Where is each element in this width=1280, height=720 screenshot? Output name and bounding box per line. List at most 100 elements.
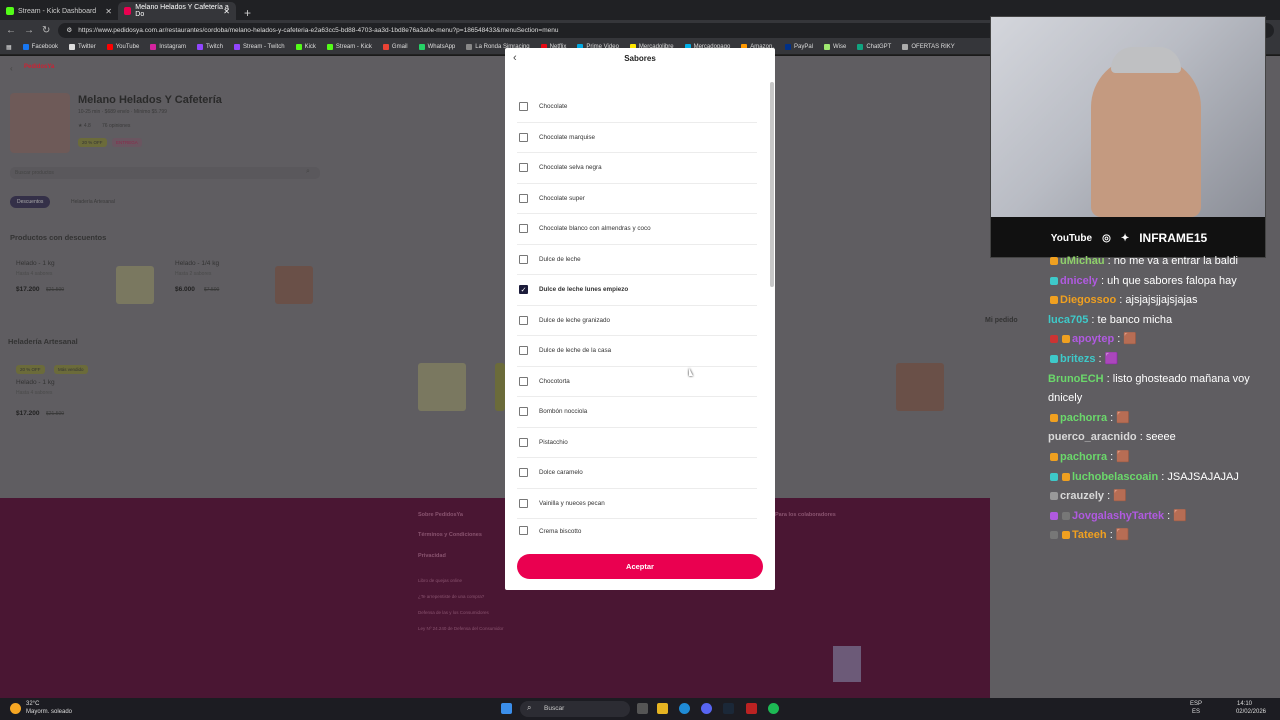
chat-message: pachorra : 🟫 [1048, 448, 1274, 468]
flavor-option[interactable]: Vainilla y nueces pecan [517, 489, 757, 519]
flavor-option[interactable]: Crema biscotto [517, 519, 757, 535]
bookmark-item[interactable]: Facebook [22, 44, 58, 50]
reload-icon[interactable]: ↻ [42, 25, 50, 36]
flavor-option[interactable]: ✓ Dulce de leche lunes empiezo [517, 275, 757, 306]
back-arrow-icon[interactable]: ‹ [10, 64, 13, 73]
bookmark-item[interactable]: Twitter [69, 44, 96, 50]
bookmark-item[interactable]: Wise [824, 44, 846, 50]
checkbox[interactable] [519, 376, 528, 386]
file-explorer-icon[interactable] [657, 703, 668, 714]
category-tab-heladeria[interactable]: Heladería Artesanal [64, 196, 122, 208]
bookmark-item[interactable]: OFERTAS RIKY [902, 44, 955, 50]
checkbox[interactable] [519, 468, 528, 478]
weather-temp[interactable]: 32°C [26, 701, 39, 707]
app-icon[interactable] [746, 703, 757, 714]
checkbox[interactable] [519, 102, 528, 112]
footer-link[interactable]: Términos y Condiciones [418, 532, 482, 538]
spotify-icon[interactable] [768, 703, 779, 714]
site-info-icon[interactable]: ⚙ [66, 26, 72, 34]
new-tab-button[interactable]: + [236, 6, 259, 20]
footer-link[interactable]: ¿Te arrepentiste de una compra? [418, 594, 484, 599]
checkbox[interactable] [519, 346, 528, 356]
flavor-option[interactable]: Dulce de leche de la casa [517, 336, 757, 367]
flavor-option[interactable]: Dulce de leche [517, 245, 757, 275]
product-search-input[interactable]: Buscar productos [10, 167, 320, 179]
footer-link[interactable]: Defensa de las y los Consumidores [418, 610, 489, 615]
flavor-option[interactable]: Dulce de leche granizado [517, 306, 757, 336]
search-icon: ⌕ [527, 703, 532, 712]
accept-button[interactable]: Aceptar [517, 554, 763, 579]
clock-date[interactable]: 02/02/2026 [1236, 709, 1266, 715]
flavor-option[interactable]: Chocolate marquise [517, 123, 757, 153]
close-icon[interactable]: ✕ [223, 7, 230, 16]
weather-desc[interactable]: Mayorm. soleado [26, 709, 72, 715]
scrollbar-thumb[interactable] [770, 82, 774, 287]
weather-icon [10, 703, 21, 714]
checkbox[interactable] [519, 437, 528, 447]
steam-icon[interactable] [723, 703, 734, 714]
bookmark-item[interactable]: Twitch [196, 44, 223, 50]
checkbox[interactable] [519, 132, 528, 142]
tab-title: Melano Helados Y Cafetería a Do [135, 4, 229, 18]
flavor-option[interactable]: Chocotorta [517, 367, 757, 397]
pedidosya-logo: PedidosYa [24, 64, 55, 70]
stream-chat: uMichau : no me va a entrar la baldi dni… [1048, 252, 1274, 546]
product-image [896, 363, 944, 411]
clock-time[interactable]: 14:10 [1237, 701, 1252, 707]
modal-scrollbar[interactable] [770, 72, 774, 542]
taskbar-search[interactable]: Buscar [520, 701, 630, 717]
bookmark-item[interactable]: ChatGPT [857, 44, 891, 50]
bookmark-item[interactable]: WhatsApp [418, 44, 455, 50]
bookmark-item[interactable]: PayPal [784, 44, 813, 50]
flavor-option[interactable]: Chocolate selva negra [517, 153, 757, 184]
bookmark-item[interactable]: Kick [295, 44, 316, 50]
flavor-option[interactable]: Bombón nocciola [517, 397, 757, 428]
rating: ★ 4.8 [78, 123, 91, 129]
bookmark-item[interactable]: Stream - Twitch [233, 44, 285, 50]
category-tab-descuentos[interactable]: Descuentos [10, 196, 51, 208]
tab-kick-dashboard[interactable]: Stream - Kick Dashboard ✕ [0, 2, 118, 20]
chat-message: Tateeh : 🟫 [1048, 526, 1274, 546]
checkbox[interactable] [519, 407, 528, 417]
bookmark-item[interactable]: Instagram [150, 44, 186, 50]
flavor-option[interactable]: Pistacchio [517, 428, 757, 458]
tab-pedidosya[interactable]: Melano Helados Y Cafetería a Do ✕ [118, 2, 236, 20]
bookmark-item[interactable]: Gmail [382, 44, 408, 50]
checkbox-checked[interactable]: ✓ [519, 285, 528, 295]
edge-icon[interactable] [679, 703, 690, 714]
bookmark-item[interactable]: Stream - Kick [326, 44, 372, 50]
input-language-sub[interactable]: ES [1192, 709, 1200, 715]
chat-message: puerco_aracnido : seeee [1048, 431, 1176, 444]
input-language[interactable]: ESP [1190, 701, 1202, 707]
flavor-option[interactable]: Chocolate [517, 92, 757, 123]
checkbox[interactable] [519, 498, 528, 508]
reviews-link[interactable]: 76 opiniones [102, 123, 130, 129]
checkbox[interactable] [519, 163, 528, 173]
flavor-option[interactable]: Chocolate blanco con almendras y coco [517, 214, 757, 245]
footer-link[interactable]: Para los colaboradores [775, 512, 836, 518]
checkbox[interactable] [519, 193, 528, 203]
product-image [418, 363, 466, 411]
checkbox[interactable] [519, 254, 528, 264]
product-card-partial [495, 363, 505, 411]
flavors-modal: ‹ Sabores Chocolate Chocolate marquise C… [505, 48, 775, 590]
checkbox[interactable] [519, 526, 528, 535]
forward-icon[interactable]: → [24, 25, 34, 36]
flavor-option[interactable]: Chocolate super [517, 184, 757, 214]
footer-link[interactable]: Ley Nº 24.240 de Defensa del Consumidor [418, 626, 503, 631]
footer-link[interactable]: Privacidad [418, 553, 446, 559]
checkbox[interactable] [519, 315, 528, 325]
flavor-option[interactable]: Dolce caramelo [517, 458, 757, 489]
footer-link[interactable]: Sobre PedidosYa [418, 512, 463, 518]
apps-icon[interactable]: ▦ [6, 44, 12, 51]
close-icon[interactable]: ✕ [105, 7, 112, 16]
bookmark-item[interactable]: YouTube [106, 44, 139, 50]
back-icon[interactable]: ← [6, 25, 16, 36]
footer-link[interactable]: Libro de quejas online [418, 578, 462, 583]
task-view-icon[interactable] [637, 703, 648, 714]
streamer-handle: INFRAME15 [1139, 231, 1208, 245]
discord-icon[interactable] [701, 703, 712, 714]
modal-title: Sabores [624, 54, 656, 63]
windows-start-icon[interactable] [501, 703, 512, 714]
checkbox[interactable] [519, 224, 528, 234]
